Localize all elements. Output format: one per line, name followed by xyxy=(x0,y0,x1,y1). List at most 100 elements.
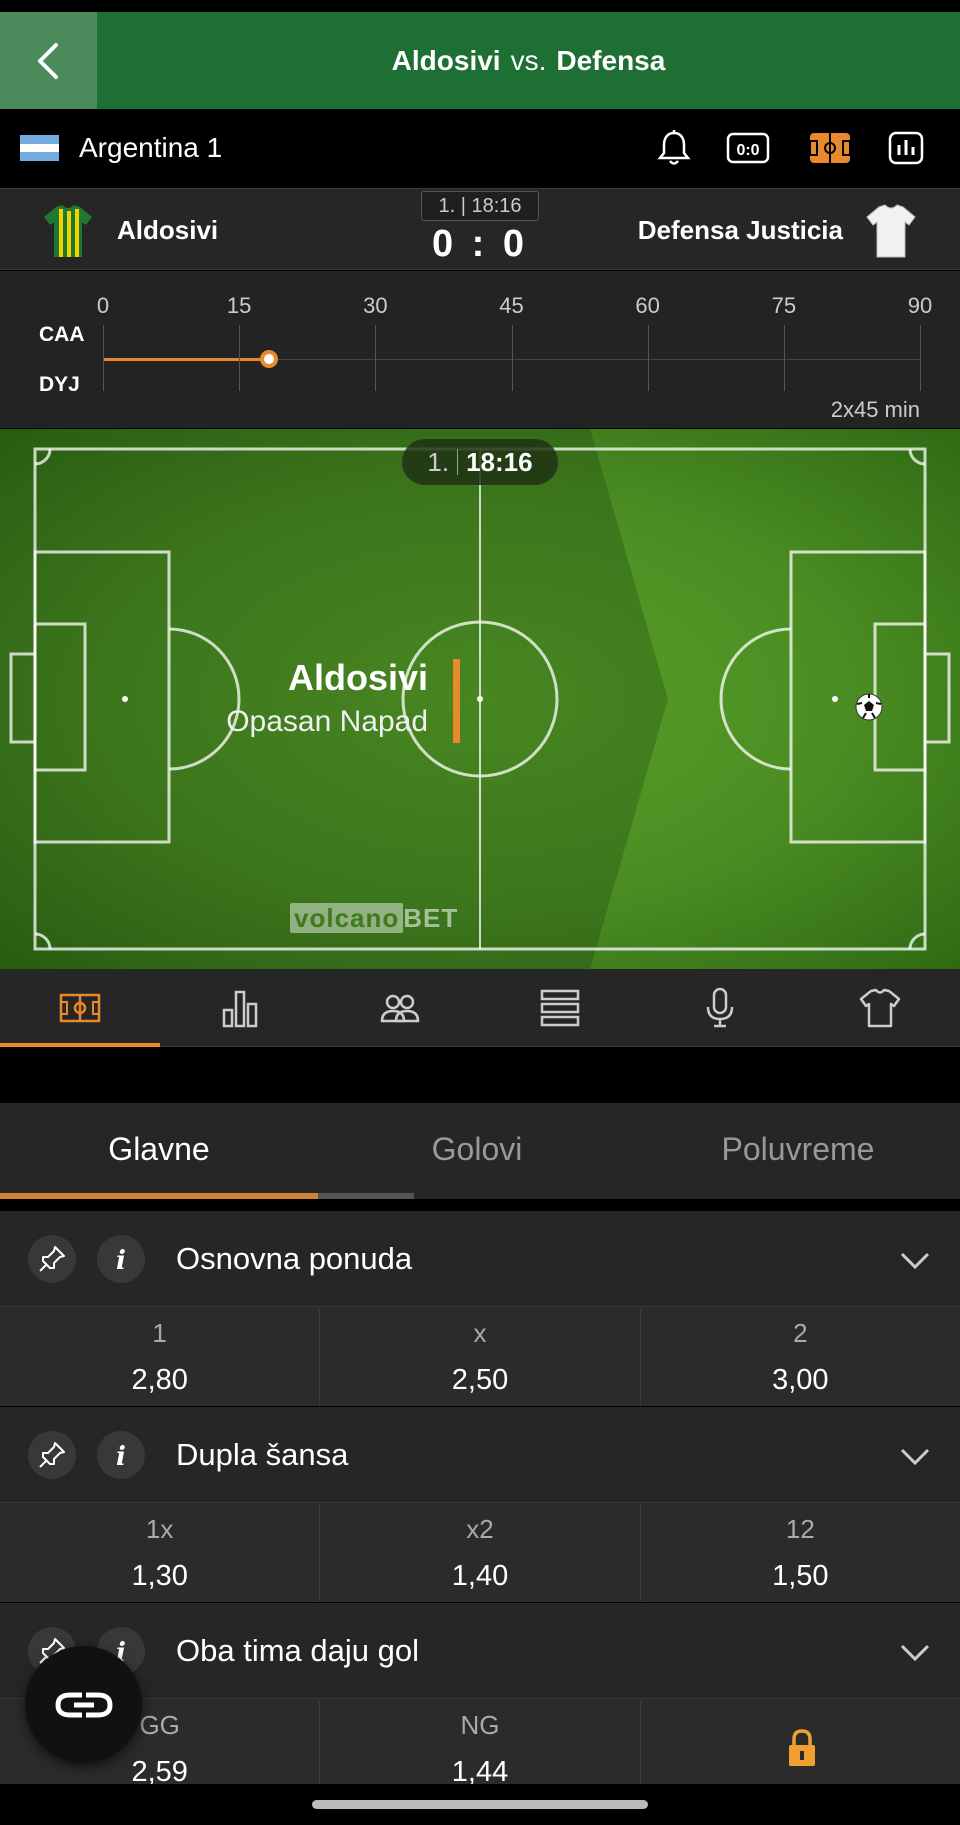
market-basic: i Osnovna ponuda 1 2,80 x 2,50 2 3,00 xyxy=(0,1211,960,1406)
pin-button[interactable] xyxy=(28,1235,76,1283)
tracker-tabs xyxy=(0,969,960,1047)
pitch-time: 18:16 xyxy=(466,446,533,477)
timeline-tick-label: 45 xyxy=(499,293,524,318)
odd-label: 2 xyxy=(793,1318,808,1348)
market-tab-indicator xyxy=(0,1193,414,1199)
timeline-away-abbr: DYJ xyxy=(39,373,80,396)
odd-value: 2,59 xyxy=(131,1756,188,1784)
chevron-down-icon[interactable] xyxy=(900,1245,930,1275)
odds-row: 1 2,80 x 2,50 2 3,00 xyxy=(0,1308,960,1406)
league-bar: Argentina 1 0:0 xyxy=(0,109,960,187)
home-team-name: Aldosivi xyxy=(117,215,219,245)
info-icon: i xyxy=(116,1246,126,1274)
stats-icon xyxy=(222,990,258,1028)
ball-icon xyxy=(855,693,883,721)
timeline-gridline xyxy=(375,325,377,391)
scoreboard-icon[interactable]: 0:0 xyxy=(726,126,770,170)
tab-half[interactable]: Poluvreme xyxy=(636,1103,960,1199)
pitch-clock-divider xyxy=(457,449,459,475)
volcanobet-logo: volcano BET xyxy=(290,903,458,934)
argentina-flag-icon xyxy=(20,135,59,161)
timeline-gridline xyxy=(783,325,785,391)
event-team: Aldosivi xyxy=(287,657,428,698)
odd-label: 1 xyxy=(152,1318,167,1348)
away-team-name: Defensa Justicia xyxy=(637,215,843,245)
chevron-down-icon[interactable] xyxy=(900,1637,930,1667)
odd-value: 1,44 xyxy=(451,1756,509,1784)
statistics-icon[interactable] xyxy=(884,126,928,170)
score-bar: Aldosivi 1. | 18:16 0 : 0 Defensa Justic… xyxy=(0,188,960,270)
odd-label: 12 xyxy=(785,1514,815,1544)
odd-label: x2 xyxy=(466,1514,494,1544)
timeline-gridline xyxy=(647,325,649,391)
header-home-team: Aldosivi xyxy=(391,44,501,76)
market-tabs: Glavne Golovi Poluvreme xyxy=(0,1103,960,1199)
market-header[interactable]: i Dupla šansa xyxy=(0,1407,960,1503)
bell-icon[interactable] xyxy=(652,126,696,170)
odd-value: 3,00 xyxy=(772,1364,829,1396)
back-arrow-icon xyxy=(37,42,58,79)
timeline-gridline xyxy=(239,325,241,391)
odd-cell[interactable]: x2 1,40 xyxy=(320,1504,641,1602)
odds-row: 1x 1,30 x2 1,40 12 1,50 xyxy=(0,1504,960,1602)
match-timeline: CAA DYJ 2x45 min 0 15 30 45 60 75 90 xyxy=(0,271,960,428)
tab-jerseys[interactable] xyxy=(800,969,960,1047)
odd-value: 1,50 xyxy=(772,1560,829,1592)
market-title: Oba tima daju gol xyxy=(176,1633,419,1668)
odd-cell[interactable]: 12 1,50 xyxy=(640,1504,960,1602)
odds-row: GG 2,59 NG 1,44 xyxy=(0,1700,960,1784)
tab-standings[interactable] xyxy=(480,969,640,1047)
back-button[interactable] xyxy=(0,12,97,109)
field-view-icon[interactable] xyxy=(808,126,852,170)
timeline-tick-label: 90 xyxy=(907,293,933,318)
event-indicator xyxy=(453,659,460,743)
info-icon: i xyxy=(116,1442,126,1470)
market-header[interactable]: i Oba tima daju gol xyxy=(0,1603,960,1699)
tab-main[interactable]: Glavne xyxy=(0,1103,318,1199)
away-jersey-icon xyxy=(866,204,916,258)
market-header[interactable]: i Osnovna ponuda xyxy=(0,1211,960,1307)
timeline-tick-label: 75 xyxy=(771,293,797,318)
svg-text:0:0: 0:0 xyxy=(736,142,759,159)
pin-button[interactable] xyxy=(28,1431,76,1479)
odd-cell[interactable]: 1 2,80 xyxy=(0,1308,321,1406)
tab-lineups[interactable] xyxy=(320,969,480,1047)
info-button[interactable]: i xyxy=(97,1235,145,1283)
commentary-icon xyxy=(706,987,734,1028)
timeline-tick-label: 60 xyxy=(635,293,660,318)
chevron-down-icon[interactable] xyxy=(900,1441,930,1471)
link-icon xyxy=(54,1692,113,1717)
header-vs: vs. xyxy=(510,44,547,76)
tab-stats[interactable] xyxy=(160,969,320,1047)
pitch-period: 1. xyxy=(427,446,450,477)
tab-pitch[interactable] xyxy=(0,969,160,1047)
timeline-marker xyxy=(259,350,278,368)
live-stream-button[interactable] xyxy=(25,1646,142,1763)
home-indicator-bar xyxy=(0,1784,960,1825)
timeline-home-abbr: CAA xyxy=(39,323,85,346)
timeline-gridline xyxy=(920,325,921,391)
odd-cell[interactable]: 2 3,00 xyxy=(640,1308,960,1406)
market-title: Osnovna ponuda xyxy=(176,1241,413,1276)
pitch-lines xyxy=(0,429,951,969)
timeline-tick-label: 0 xyxy=(96,293,110,318)
odd-cell-locked xyxy=(640,1700,960,1784)
info-button[interactable]: i xyxy=(97,1431,145,1479)
tab-goals[interactable]: Golovi xyxy=(318,1103,636,1199)
lineups-icon xyxy=(380,994,420,1023)
tab-commentary[interactable] xyxy=(640,969,800,1047)
market-double-chance: i Dupla šansa 1x 1,30 x2 1,40 12 1,50 xyxy=(0,1407,960,1602)
odd-value: 1,40 xyxy=(451,1560,509,1592)
pitch-tracker: 1. 18:16 Aldosivi Opasan Napad volcano BE… xyxy=(0,429,960,969)
jersey-icon xyxy=(859,988,901,1028)
odd-cell[interactable]: x 2,50 xyxy=(320,1308,641,1406)
timeline-tick-label: 30 xyxy=(363,293,388,318)
home-indicator[interactable] xyxy=(312,1800,648,1809)
odd-cell[interactable]: 1x 1,30 xyxy=(0,1504,321,1602)
odd-cell[interactable]: NG 1,44 xyxy=(320,1700,641,1784)
svg-text:i: i xyxy=(116,1442,126,1470)
odd-label: x xyxy=(473,1318,487,1348)
match-title: Aldosivi vs. Defensa xyxy=(97,12,960,109)
match-duration: 2x45 min xyxy=(830,397,920,422)
odd-label: 1x xyxy=(145,1514,174,1544)
